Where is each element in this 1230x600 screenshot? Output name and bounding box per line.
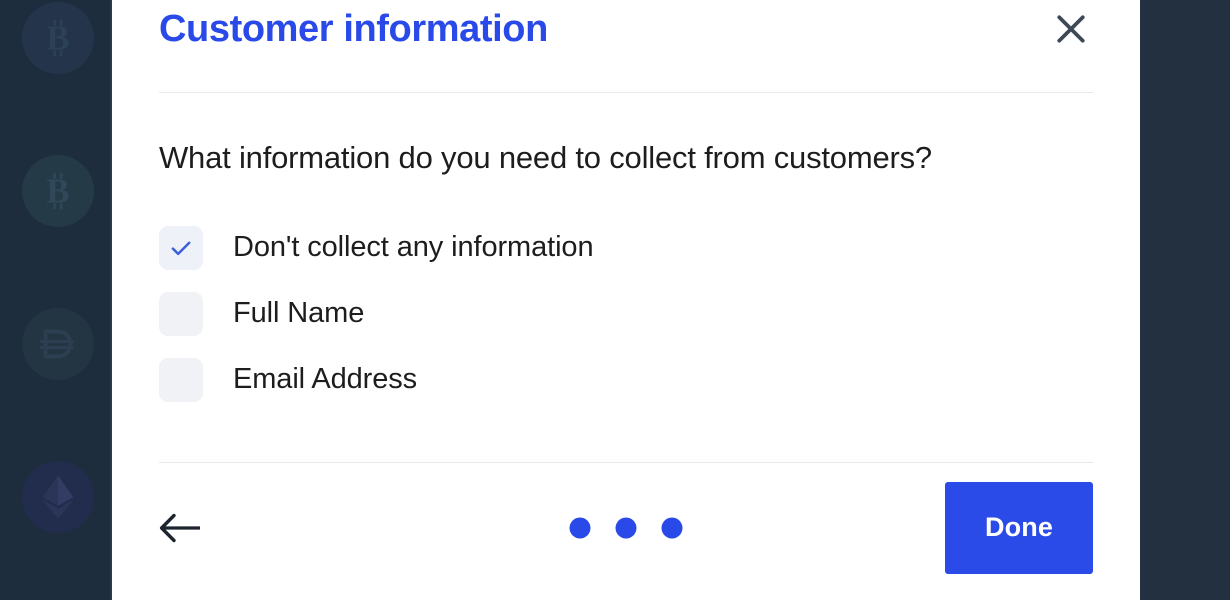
modal-body: What information do you need to collect … [159,93,1093,407]
option-label: Email Address [233,363,418,396]
option-row[interactable]: Full Name [159,287,1093,341]
question-text: What information do you need to collect … [159,140,932,175]
checkbox-unchecked[interactable] [159,357,203,402]
checkbox-unchecked[interactable] [159,291,203,336]
customer-information-modal: Customer information What information do… [110,0,1140,600]
pagination-dot-active[interactable] [661,517,683,539]
option-label: Full Name [233,297,365,330]
modal-title: Customer information [159,7,548,50]
done-button[interactable]: Done [945,481,1093,574]
pagination-dot[interactable] [569,517,591,539]
ethereum-coin-icon [22,461,94,533]
pagination-dot[interactable] [615,517,637,539]
backdrop-right-panel [1140,0,1230,600]
pagination-dots [569,517,683,539]
option-row[interactable]: Don't collect any information [159,221,1093,275]
modal-header: Customer information [159,0,1093,93]
modal-footer: Done [159,463,1093,593]
checkbox-checked[interactable] [159,225,203,270]
option-row[interactable]: Email Address [159,353,1093,407]
svg-text:B: B [46,20,69,58]
options-list: Don't collect any information Full Name … [159,221,1093,407]
arrow-left-icon[interactable] [159,502,211,554]
bitcoin-coin-icon: B [22,2,94,74]
bitcoin-coin-icon: B [22,155,94,227]
close-icon[interactable] [1047,5,1095,53]
dai-coin-icon [22,308,94,380]
svg-text:B: B [46,173,69,211]
option-label: Don't collect any information [233,231,594,264]
